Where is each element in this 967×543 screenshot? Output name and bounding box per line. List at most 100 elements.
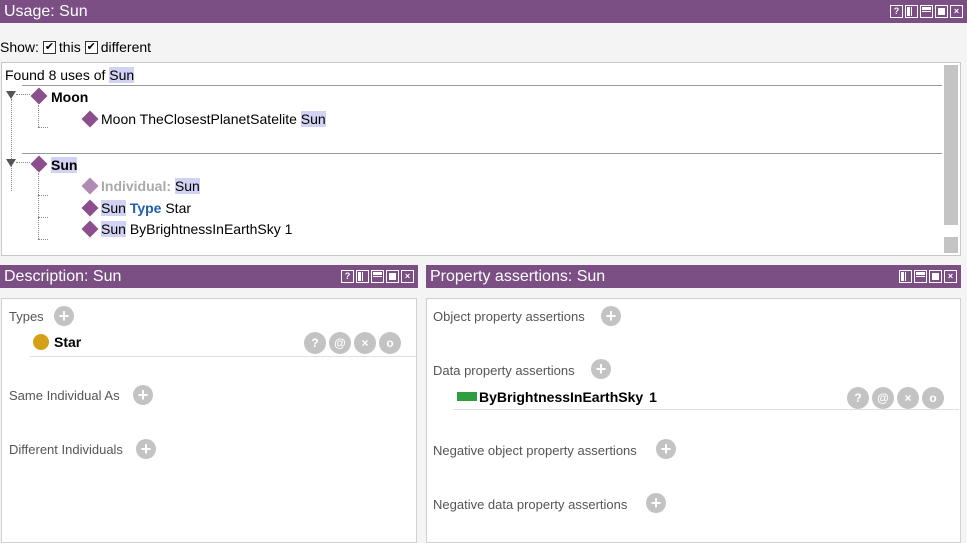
property-window-buttons: × bbox=[899, 270, 957, 283]
description-title: Description: Sun bbox=[4, 268, 122, 285]
add-negative-object-property-button[interactable]: + bbox=[656, 439, 676, 459]
usage-item[interactable]: Moon TheClosestPlanetSatelite Sun bbox=[101, 111, 326, 127]
tree-line bbox=[16, 162, 30, 163]
tree-line bbox=[38, 127, 48, 128]
delete-icon[interactable]: × bbox=[897, 387, 919, 409]
help-icon[interactable]: ? bbox=[890, 5, 903, 18]
found-summary: Found 8 uses of Sun bbox=[5, 67, 135, 83]
data-property-label: Data property assertions bbox=[433, 363, 575, 378]
close-icon[interactable]: × bbox=[944, 270, 957, 283]
add-negative-data-property-button[interactable]: + bbox=[646, 493, 666, 513]
description-titlebar: Description: Sun ? × bbox=[0, 265, 418, 288]
item-subject: Sun bbox=[101, 221, 126, 237]
explain-icon[interactable]: ? bbox=[847, 387, 869, 409]
type-class-icon bbox=[33, 334, 49, 350]
usage-tree: Found 8 uses of Sun Moon Moon TheClosest… bbox=[1, 62, 961, 256]
split-horizontal-icon[interactable] bbox=[920, 5, 933, 18]
item-value: 1 bbox=[284, 221, 293, 237]
tree-line bbox=[38, 173, 39, 239]
data-property-actions: ? @ × o bbox=[847, 387, 944, 409]
maximize-icon[interactable] bbox=[935, 5, 948, 18]
maximize-icon[interactable] bbox=[386, 270, 399, 283]
group-moon-label[interactable]: Moon bbox=[51, 89, 88, 105]
group-sun-label[interactable]: Sun bbox=[51, 157, 78, 173]
scrollbar-arrow[interactable] bbox=[944, 237, 958, 253]
group-separator bbox=[22, 85, 942, 86]
explain-icon[interactable]: ? bbox=[304, 332, 326, 354]
usage-item[interactable]: Sun Type Star bbox=[101, 200, 191, 216]
individual-icon bbox=[30, 155, 48, 173]
same-individual-label: Same Individual As bbox=[9, 388, 120, 403]
types-label: Types bbox=[9, 309, 44, 324]
split-vertical-icon[interactable] bbox=[356, 270, 369, 283]
delete-icon[interactable]: × bbox=[354, 332, 376, 354]
usage-item[interactable]: Sun ByBrightnessInEarthSky 1 bbox=[101, 221, 292, 237]
annotate-icon[interactable]: @ bbox=[329, 332, 351, 354]
row-divider bbox=[30, 356, 416, 357]
tree-line bbox=[16, 94, 30, 95]
tree-line bbox=[38, 239, 48, 240]
individual-icon bbox=[81, 220, 99, 238]
add-data-property-button[interactable]: + bbox=[591, 359, 611, 379]
tree-line bbox=[11, 99, 12, 191]
different-individuals-label: Different Individuals bbox=[9, 442, 123, 457]
split-vertical-icon[interactable] bbox=[899, 270, 912, 283]
item-subject: Moon bbox=[101, 111, 137, 127]
type-value[interactable]: Star bbox=[54, 334, 81, 350]
data-property-name: ByBrightnessInEarthSky bbox=[479, 389, 644, 405]
add-object-property-button[interactable]: + bbox=[601, 306, 621, 326]
row-divider bbox=[453, 409, 959, 410]
found-entity: Sun bbox=[109, 67, 135, 83]
item-keyword: Type bbox=[129, 200, 162, 216]
item-predicate: TheClosestPlanetSatelite bbox=[139, 111, 297, 127]
property-titlebar: Property assertions: Sun × bbox=[426, 265, 961, 288]
expand-triangle-icon[interactable] bbox=[6, 159, 16, 167]
scrollbar-thumb[interactable] bbox=[944, 65, 958, 225]
different-checkbox[interactable]: ✔ bbox=[84, 40, 98, 54]
split-horizontal-icon[interactable] bbox=[371, 270, 384, 283]
group-separator bbox=[22, 153, 942, 154]
description-body: Types + Star ? @ × o Same Individual As … bbox=[1, 298, 417, 543]
tree-line bbox=[38, 217, 48, 218]
show-filter-row: Show: ✔ this ✔ different bbox=[0, 39, 151, 55]
annotate-icon[interactable]: @ bbox=[872, 387, 894, 409]
this-checkbox[interactable]: ✔ bbox=[42, 40, 56, 54]
negative-data-property-label: Negative data property assertions bbox=[433, 497, 628, 512]
add-same-individual-button[interactable]: + bbox=[133, 385, 153, 405]
individual-icon bbox=[81, 177, 99, 195]
data-property-value: 1 bbox=[649, 389, 657, 405]
item-subject: Sun bbox=[101, 200, 126, 216]
item-subject: Sun bbox=[174, 178, 200, 194]
property-body: Object property assertions + Data proper… bbox=[426, 298, 961, 543]
item-keyword: Individual: bbox=[101, 178, 171, 194]
add-type-button[interactable]: + bbox=[54, 306, 74, 326]
data-property-assertion[interactable]: ByBrightnessInEarthSky 1 bbox=[479, 389, 657, 405]
maximize-icon[interactable] bbox=[929, 270, 942, 283]
expand-triangle-icon[interactable] bbox=[6, 91, 16, 99]
individual-icon bbox=[81, 199, 99, 217]
tree-line bbox=[38, 195, 48, 196]
found-prefix: Found 8 uses of bbox=[5, 67, 106, 83]
close-icon[interactable]: × bbox=[401, 270, 414, 283]
vertical-scrollbar[interactable] bbox=[944, 65, 958, 253]
type-actions: ? @ × o bbox=[304, 332, 401, 354]
property-title: Property assertions: Sun bbox=[430, 268, 606, 285]
usage-item[interactable]: Individual: Sun bbox=[101, 178, 200, 194]
individual-icon bbox=[30, 87, 48, 105]
negative-object-property-label: Negative object property assertions bbox=[433, 443, 637, 458]
tree-line bbox=[38, 105, 39, 127]
split-horizontal-icon[interactable] bbox=[914, 270, 927, 283]
description-window-buttons: ? × bbox=[341, 270, 414, 283]
help-icon[interactable]: ? bbox=[341, 270, 354, 283]
usage-titlebar: Usage: Sun ? × bbox=[0, 0, 967, 23]
usage-window-buttons: ? × bbox=[890, 5, 963, 18]
data-property-icon bbox=[457, 392, 477, 401]
item-object: Sun bbox=[300, 111, 326, 127]
edit-icon[interactable]: o bbox=[922, 387, 944, 409]
usage-title: Usage: Sun bbox=[4, 3, 88, 20]
object-property-label: Object property assertions bbox=[433, 309, 585, 324]
split-vertical-icon[interactable] bbox=[905, 5, 918, 18]
edit-icon[interactable]: o bbox=[379, 332, 401, 354]
add-different-individual-button[interactable]: + bbox=[136, 439, 156, 459]
close-icon[interactable]: × bbox=[950, 5, 963, 18]
